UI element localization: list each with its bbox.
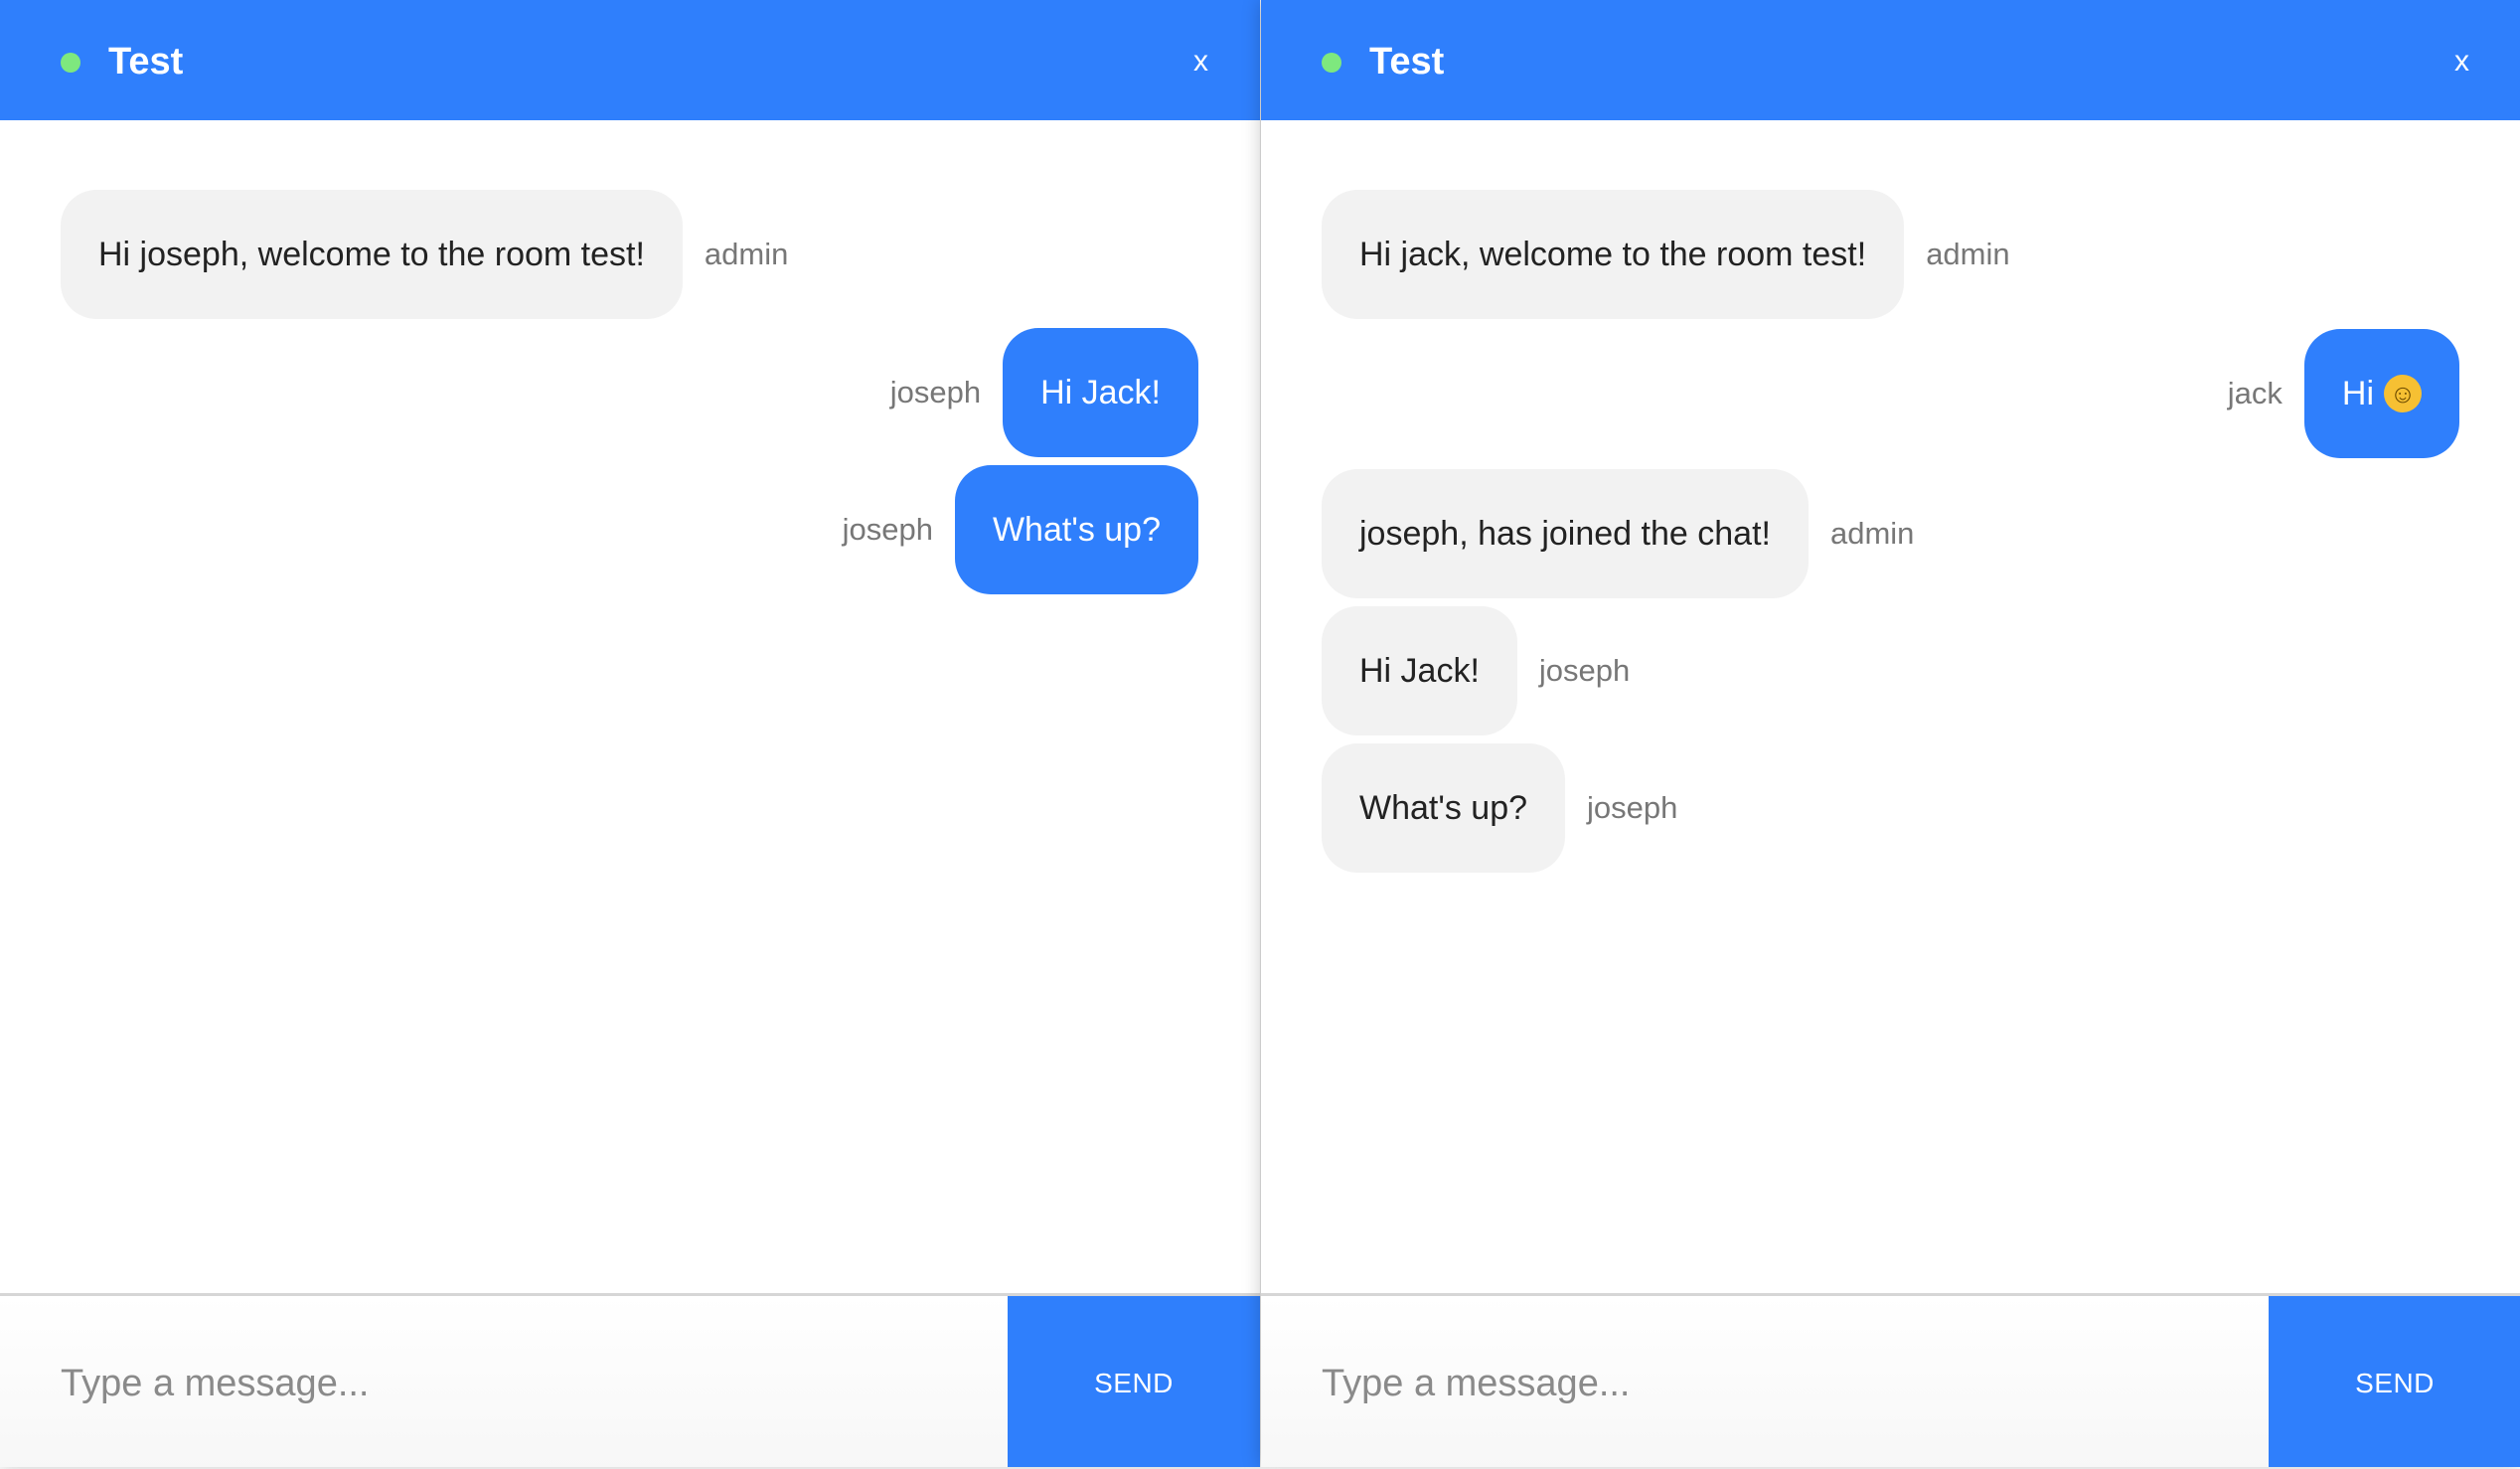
chat-header: Test x	[1261, 0, 2520, 120]
message-input[interactable]	[1261, 1296, 2331, 1467]
message-bubble: What's up?	[954, 465, 1198, 594]
message-text: Hi	[2341, 374, 2374, 412]
message-bubble: Hi jack, welcome to the room test!	[1322, 190, 1905, 319]
message-bubble: Hi ☺	[2303, 329, 2459, 458]
smiley-face-icon: ☺	[2384, 375, 2422, 412]
message-row: Hi Jack! joseph	[1322, 606, 1630, 735]
message-bubble: joseph, has joined the chat!	[1322, 469, 1809, 598]
message-sender: joseph	[889, 375, 982, 409]
message-bubble: Hi joseph, welcome to the room test!	[61, 190, 683, 319]
online-dot-icon	[61, 53, 80, 73]
message-sender: admin	[704, 237, 789, 271]
message-sender: joseph	[842, 512, 933, 547]
message-row: What's up? joseph	[843, 465, 1198, 594]
online-dot-icon	[1322, 53, 1341, 73]
message-sender: admin	[1829, 516, 1915, 551]
message-row: Hi ☺ jack	[2228, 329, 2459, 458]
message-row: What's up? joseph	[1322, 743, 1677, 873]
room-title: Test	[1369, 41, 1445, 82]
message-sender: joseph	[1538, 653, 1631, 688]
message-row: joseph, has joined the chat! admin	[1322, 469, 1914, 598]
message-list: Hi jack, welcome to the room test! admin…	[1261, 120, 2520, 1293]
send-button[interactable]: SEND	[1008, 1296, 1260, 1467]
close-button[interactable]: x	[2454, 40, 2469, 83]
chat-header: Test x	[0, 0, 1260, 120]
message-sender: jack	[2227, 376, 2283, 410]
chat-window-right: Test x Hi jack, welcome to the room test…	[1261, 0, 2520, 1467]
send-button[interactable]: SEND	[2269, 1296, 2520, 1467]
message-list: Hi joseph, welcome to the room test! adm…	[0, 120, 1260, 1293]
chat-window-left: Test x Hi joseph, welcome to the room te…	[0, 0, 1260, 1467]
message-sender: joseph	[1587, 790, 1678, 825]
message-bubble: Hi Jack!	[1322, 606, 1517, 735]
message-row: Hi Jack! joseph	[890, 328, 1198, 457]
message-bubble: Hi Jack!	[1003, 328, 1198, 457]
room-title: Test	[108, 41, 184, 82]
message-row: Hi joseph, welcome to the room test! adm…	[61, 190, 788, 319]
close-button[interactable]: x	[1193, 40, 1208, 83]
message-sender: admin	[1926, 237, 2010, 271]
message-input[interactable]	[0, 1296, 1070, 1467]
composer: SEND	[1261, 1293, 2520, 1467]
message-bubble: What's up?	[1322, 743, 1566, 873]
composer: SEND	[0, 1293, 1260, 1467]
message-row: Hi jack, welcome to the room test! admin	[1322, 190, 2010, 319]
